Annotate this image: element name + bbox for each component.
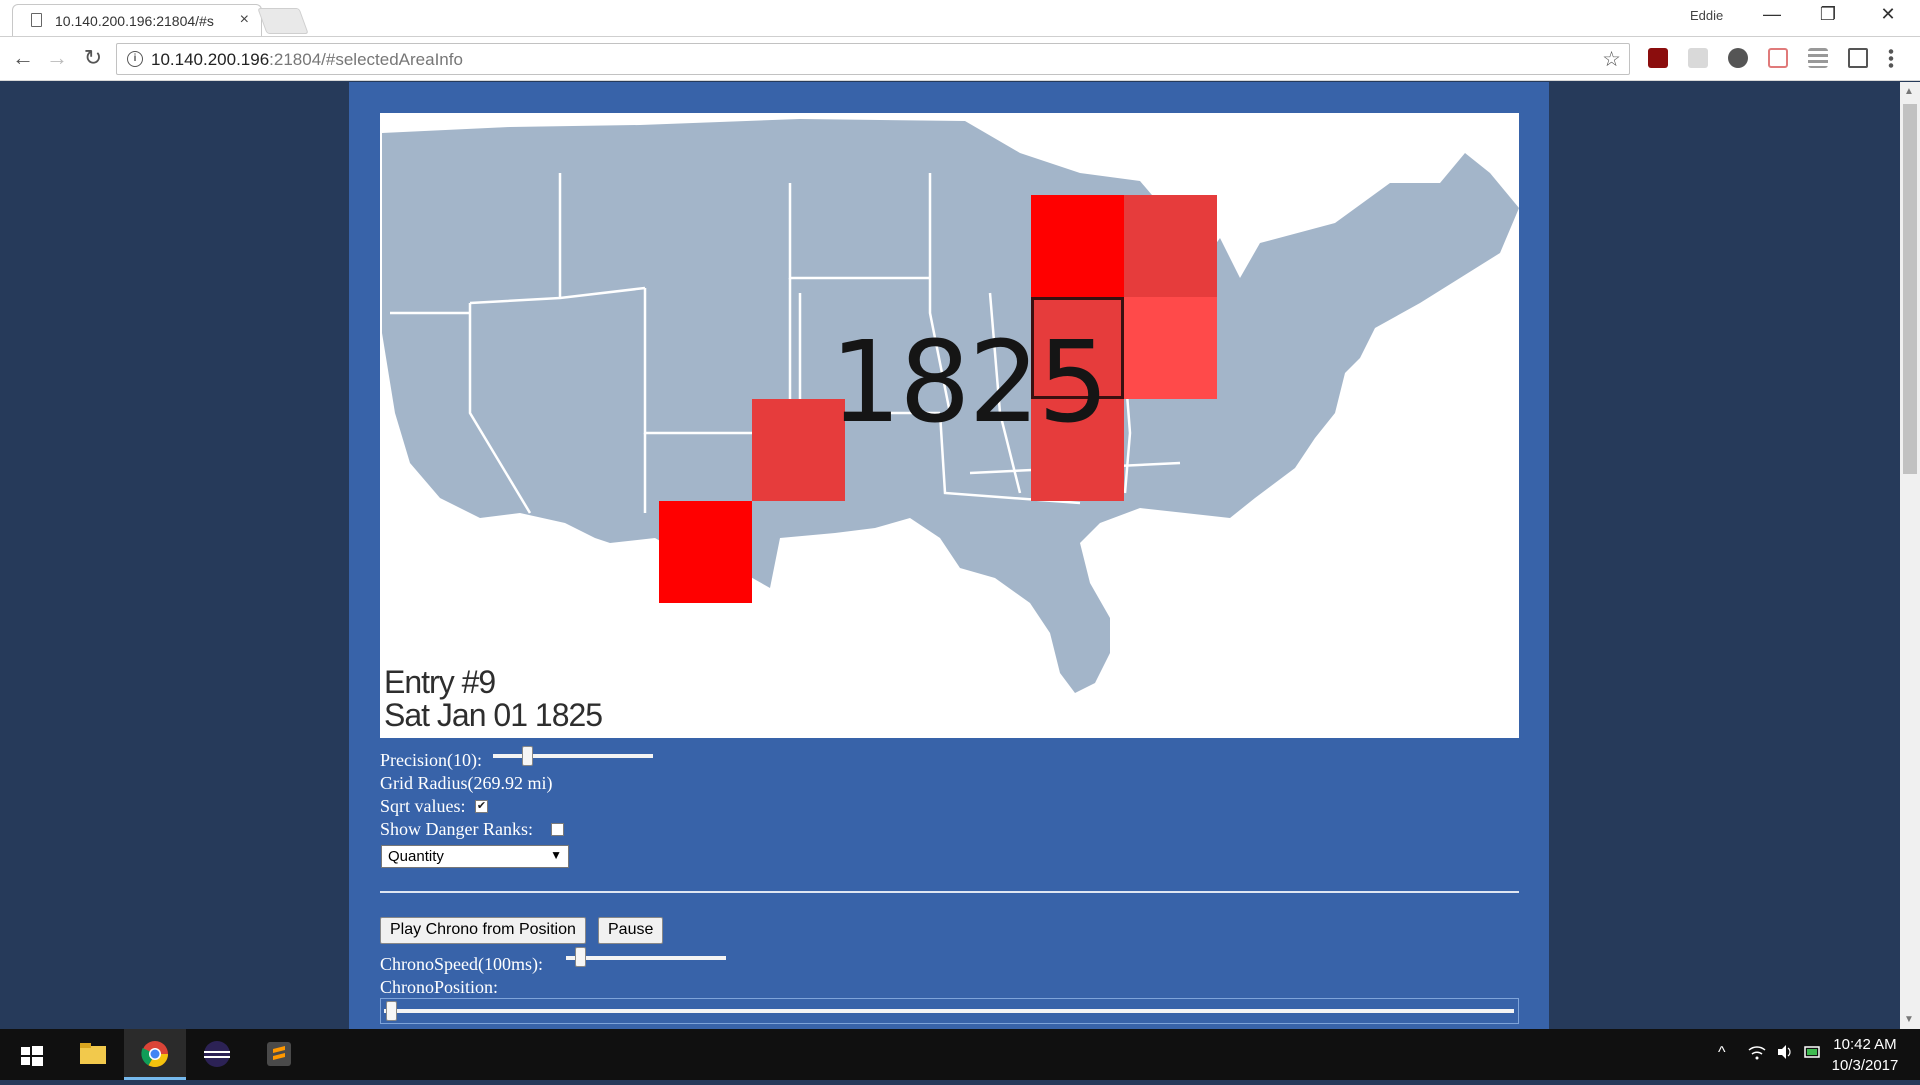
chrono-position-thumb[interactable]: [386, 1001, 397, 1021]
danger-ranks-checkbox[interactable]: [551, 823, 564, 836]
pause-button[interactable]: Pause: [598, 917, 664, 944]
year-overlay: 1825: [830, 318, 1109, 448]
sqrt-values-checkbox[interactable]: ✔: [475, 800, 488, 813]
chrome-icon[interactable]: [124, 1029, 186, 1080]
page-icon: [31, 13, 42, 27]
minimize-icon[interactable]: —: [1752, 4, 1792, 25]
chrono-position-track[interactable]: [384, 1009, 1514, 1013]
metric-select[interactable]: Quantity ▼: [381, 845, 569, 868]
entry-number: Entry #9: [384, 664, 496, 700]
clock-date: 10/3/2017: [1831, 1057, 1899, 1074]
precision-slider-thumb[interactable]: [522, 746, 533, 766]
clock-time: 10:42 AM: [1833, 1036, 1897, 1053]
chrono-speed-slider-thumb[interactable]: [575, 947, 586, 967]
back-icon[interactable]: ←: [8, 45, 38, 71]
stack-icon[interactable]: [1808, 48, 1828, 68]
reader-icon[interactable]: [1768, 48, 1788, 68]
eclipse-icon[interactable]: [186, 1029, 248, 1080]
address-bar[interactable]: i 10.140.200.196:21804/#selectedAreaInfo…: [116, 43, 1630, 75]
reload-icon[interactable]: ↻: [78, 45, 108, 71]
divider: [380, 891, 1519, 893]
sublime-icon[interactable]: [248, 1029, 310, 1080]
chrono-position-slider[interactable]: [380, 998, 1519, 1024]
chevron-down-icon: ▼: [550, 848, 562, 862]
chat-icon[interactable]: [1688, 48, 1708, 68]
grid-radius-label: Grid Radius(269.92 mi): [380, 773, 553, 793]
restore-icon[interactable]: ❐: [1808, 4, 1848, 25]
entry-date: Sat Jan 01 1825: [384, 697, 603, 733]
wifi-icon[interactable]: [1748, 1044, 1766, 1065]
entry-caption: Entry #9 Sat Jan 01 1825: [384, 664, 603, 733]
close-tab-icon[interactable]: ×: [240, 11, 249, 29]
heat-cell-new-york[interactable]: [1124, 195, 1217, 297]
play-chrono-button[interactable]: Play Chrono from Position: [380, 917, 586, 944]
precision-slider-track[interactable]: [493, 754, 653, 758]
heat-cell-texas-south[interactable]: [659, 501, 752, 603]
cast-icon[interactable]: [1848, 48, 1868, 68]
forward-icon[interactable]: →: [42, 45, 72, 71]
tray-chevron-icon[interactable]: ^: [1718, 1044, 1726, 1062]
start-icon[interactable]: [0, 1029, 62, 1080]
windows-taskbar: ^ 10:42 AM 10/3/2017: [0, 1029, 1920, 1080]
site-info-icon[interactable]: i: [127, 51, 143, 67]
scroll-down-icon[interactable]: ▼: [1904, 1014, 1914, 1025]
chrono-speed-label: ChronoSpeed(100ms):: [380, 954, 543, 974]
metric-select-value: Quantity: [388, 848, 444, 865]
profile-name[interactable]: Eddie: [1690, 8, 1723, 23]
scrollbar-thumb[interactable]: [1903, 104, 1917, 474]
system-clock[interactable]: 10:42 AM 10/3/2017: [1820, 1034, 1910, 1076]
browser-tab[interactable]: 10.140.200.196:21804/#s ×: [12, 4, 262, 36]
heatmap-canvas[interactable]: 1825 Entry #9 Sat Jan 01 1825: [380, 113, 1519, 738]
close-window-icon[interactable]: ✕: [1868, 4, 1908, 25]
chrono-speed-slider-track[interactable]: [566, 956, 726, 960]
danger-ranks-label: Show Danger Ranks:: [380, 819, 533, 839]
tab-strip: 10.140.200.196:21804/#s × Eddie — ❐ ✕: [0, 0, 1920, 37]
scroll-up-icon[interactable]: ▲: [1904, 86, 1914, 97]
sqrt-values-label: Sqrt values:: [380, 796, 466, 816]
page-scrollbar[interactable]: ▲ ▼: [1900, 82, 1920, 1029]
ublock-icon[interactable]: [1648, 48, 1668, 68]
bookmark-star-icon[interactable]: ☆: [1602, 47, 1621, 72]
heat-cell-ohio[interactable]: [1031, 195, 1124, 297]
precision-label: Precision(10):: [380, 750, 482, 770]
volume-icon[interactable]: [1776, 1044, 1794, 1065]
chrono-position-label: ChronoPosition:: [380, 977, 499, 997]
tab-title: 10.140.200.196:21804/#s: [55, 13, 214, 29]
menu-icon[interactable]: [1888, 48, 1894, 68]
new-tab-button[interactable]: [257, 8, 309, 34]
browser-toolbar: ← → ↻ i 10.140.200.196:21804/#selectedAr…: [0, 37, 1920, 81]
file-explorer-icon[interactable]: [62, 1029, 124, 1080]
url-text: 10.140.200.196:21804/#selectedAreaInfo: [151, 50, 463, 69]
heat-cell-virginia[interactable]: [1124, 297, 1217, 399]
wordpress-icon[interactable]: [1728, 48, 1748, 68]
